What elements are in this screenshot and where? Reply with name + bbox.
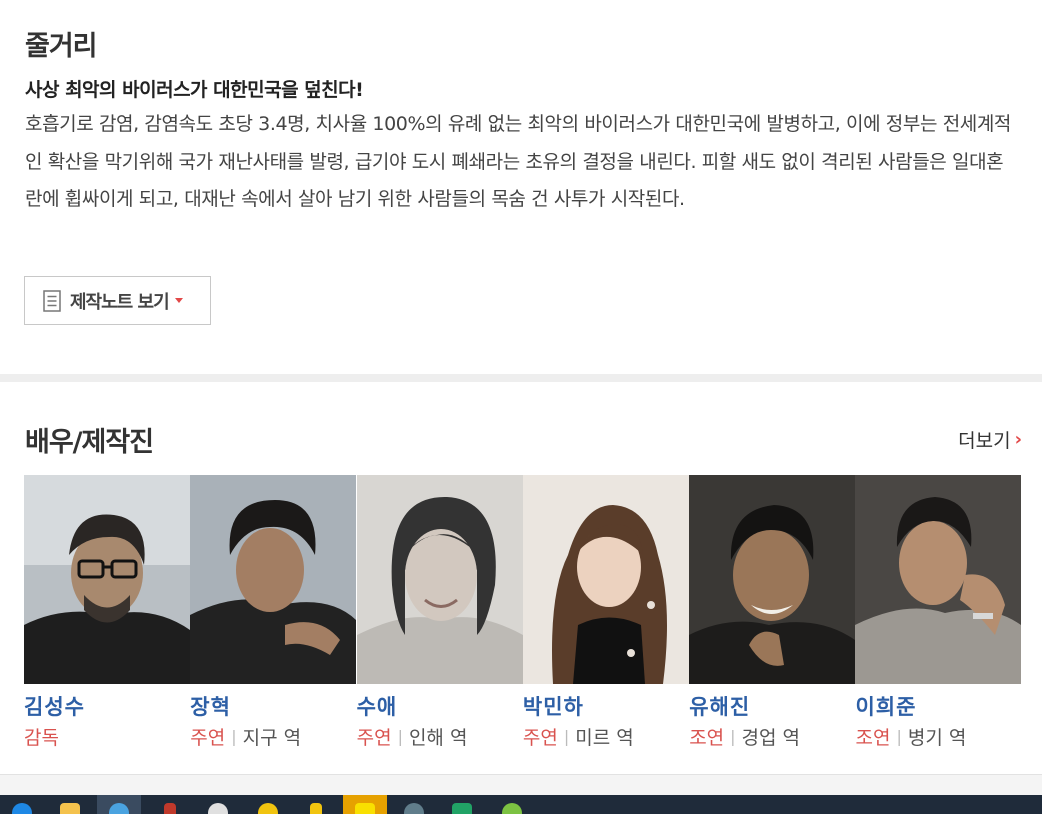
cast-name[interactable]: 김성수	[24, 691, 85, 721]
kakaotalk-icon	[355, 803, 375, 814]
cast-card[interactable]: 수애 주연 | 인해 역	[356, 475, 523, 755]
cast-photo[interactable]	[522, 475, 689, 684]
cast-character: 미르 역	[575, 727, 634, 749]
cast-photo[interactable]	[356, 475, 523, 684]
cast-name[interactable]: 수애	[357, 691, 398, 721]
taskbar-start[interactable]	[0, 795, 44, 814]
cast-section: 배우/제작진 더보기 › 김성수 감독 장혁 주연 | 지구 역 수애 주연 |…	[0, 382, 1042, 774]
cast-role-type: 조연	[689, 727, 725, 749]
caret-down-icon	[174, 298, 183, 303]
taskbar-app[interactable]	[148, 795, 192, 814]
cast-role: 감독	[24, 723, 59, 750]
taskbar-browser[interactable]	[97, 795, 141, 814]
synopsis-headline: 사상 최악의 바이러스가 대한민국을 덮친다!	[25, 79, 364, 101]
back-icon	[404, 803, 424, 814]
role-separator: |	[231, 727, 237, 746]
cast-card[interactable]: 이희준 조연 | 병기 역	[855, 475, 1022, 755]
cast-role-type: 주연	[522, 727, 558, 749]
cast-character: 병기 역	[907, 727, 967, 749]
taskbar-folder[interactable]	[48, 795, 92, 814]
cast-list: 김성수 감독 장혁 주연 | 지구 역 수애 주연 | 인해 역 박민하 주연 …	[24, 475, 1022, 755]
cast-role-type: 주연	[356, 727, 392, 749]
cast-role-type: 조연	[855, 727, 891, 749]
synopsis-section: 줄거리 사상 최악의 바이러스가 대한민국을 덮친다! 호흡기로 감염, 감염속…	[0, 0, 1042, 374]
movie-detail-page: 줄거리 사상 최악의 바이러스가 대한민국을 덮친다! 호흡기로 감염, 감염속…	[0, 0, 1042, 814]
cast-role: 주연 | 지구 역	[190, 723, 301, 750]
sun-icon	[258, 803, 278, 814]
more-link[interactable]: 더보기 ›	[958, 426, 1022, 453]
folder-icon	[60, 803, 80, 814]
cast-role: 주연 | 인해 역	[357, 723, 468, 750]
more-link-label: 더보기	[958, 430, 1011, 452]
internet-explorer-icon	[109, 803, 129, 814]
role-separator: |	[563, 727, 570, 746]
cast-card[interactable]: 박민하 주연 | 미르 역	[522, 475, 689, 755]
cast-photo[interactable]	[855, 475, 1022, 684]
cast-title: 배우/제작진	[25, 427, 154, 458]
cast-photo[interactable]	[689, 475, 856, 684]
windows-taskbar	[0, 795, 1042, 814]
page-bottom	[0, 774, 1042, 796]
production-notes-label: 제작노트 보기	[70, 291, 170, 313]
cast-role: 조연 | 병기 역	[855, 723, 966, 750]
cast-role-type: 감독	[24, 727, 59, 749]
role-separator: |	[896, 727, 902, 746]
cast-name[interactable]: 박민하	[523, 691, 584, 721]
cast-card[interactable]: 김성수 감독	[24, 475, 190, 755]
mascot-icon	[208, 803, 228, 814]
cast-role: 주연 | 미르 역	[523, 723, 634, 750]
excel-icon	[452, 803, 472, 814]
role-separator: |	[397, 727, 403, 746]
chevron-right-icon: ›	[1014, 429, 1022, 450]
lock-icon	[310, 803, 322, 814]
cast-character: 경업 역	[741, 727, 801, 749]
cast-role-type: 주연	[190, 727, 226, 749]
taskbar-kakaotalk[interactable]	[343, 795, 387, 814]
taskbar-back[interactable]	[392, 795, 436, 814]
cast-character: 인해 역	[408, 727, 468, 749]
synopsis-title: 줄거리	[25, 31, 98, 62]
cast-role: 조연 | 경업 역	[689, 723, 800, 750]
cast-character: 지구 역	[242, 727, 302, 749]
section-divider	[0, 374, 1042, 382]
production-notes-button[interactable]: 제작노트 보기	[24, 276, 211, 325]
refresh-icon	[502, 803, 522, 814]
cast-photo[interactable]	[24, 475, 190, 684]
taskbar-excel[interactable]	[440, 795, 484, 814]
document-icon	[43, 289, 61, 312]
app-icon	[164, 803, 176, 814]
taskbar-lock[interactable]	[294, 795, 338, 814]
role-separator: |	[730, 727, 736, 746]
cast-name[interactable]: 장혁	[190, 691, 231, 721]
taskbar-mascot[interactable]	[196, 795, 240, 814]
taskbar-refresh[interactable]	[490, 795, 534, 814]
synopsis-body: 호흡기로 감염, 감염속도 초당 3.4명, 치사율 100%의 유례 없는 최…	[25, 113, 1012, 210]
cast-name[interactable]: 이희준	[855, 691, 916, 721]
taskbar-sun[interactable]	[246, 795, 290, 814]
cast-card[interactable]: 유해진 조연 | 경업 역	[689, 475, 856, 755]
cast-name[interactable]: 유해진	[689, 691, 750, 721]
cast-photo[interactable]	[190, 475, 357, 684]
cast-card[interactable]: 장혁 주연 | 지구 역	[190, 475, 357, 755]
windows-start-icon	[12, 803, 32, 814]
